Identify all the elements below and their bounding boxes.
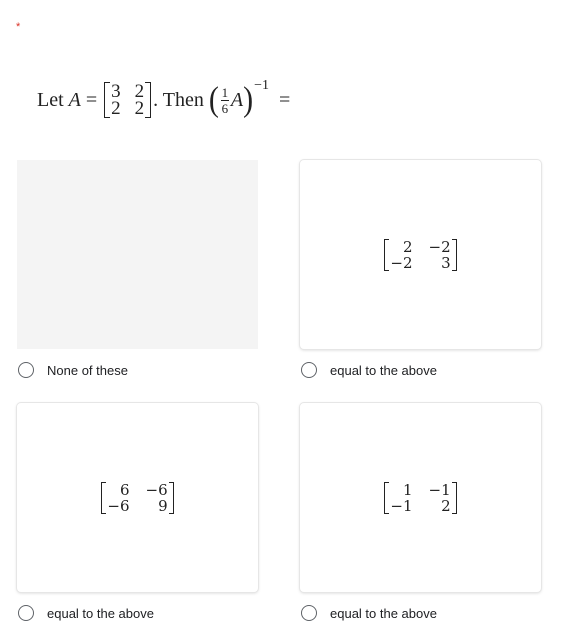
trailing-equals: =: [279, 88, 291, 111]
radio-button[interactable]: [301, 362, 317, 378]
option-matrix: 1 −1 −1 2: [384, 480, 457, 515]
equals-sign: =: [85, 88, 98, 111]
question-text: Let A = 3 2 2 2 . Then ( 1 6 A ) −1 =: [37, 78, 290, 122]
option-matrix-1[interactable]: 2 −2 −2 3 equal to the above: [300, 160, 541, 379]
exponent: −1: [254, 78, 270, 93]
matrix-cell: −6: [107, 496, 130, 515]
option-matrix-2[interactable]: 6 −6 −6 9 equal to the above: [17, 403, 258, 622]
question-prefix: Let: [37, 88, 64, 111]
matrix-cell: 2: [402, 237, 413, 256]
matrix-variable: A: [68, 88, 81, 111]
left-paren: (: [208, 80, 219, 119]
matrix-cell: 3: [441, 253, 451, 272]
matrix-cell: 1: [402, 480, 413, 499]
radio-button[interactable]: [18, 605, 34, 621]
matrix-cell: −6: [145, 480, 168, 499]
matrix-cell: −1: [428, 480, 451, 499]
then-text: . Then: [153, 88, 204, 111]
option-label[interactable]: None of these: [47, 363, 128, 378]
matrix-cell: −1: [390, 496, 413, 515]
radio-button[interactable]: [301, 605, 317, 621]
option-image-placeholder: [17, 160, 258, 349]
option-label[interactable]: equal to the above: [47, 606, 154, 621]
option-image-card: 6 −6 −6 9: [17, 403, 258, 592]
radio-button[interactable]: [18, 362, 34, 378]
option-matrix: 2 −2 −2 3: [384, 237, 457, 272]
fraction-numerator: 1: [221, 84, 229, 100]
option-matrix-3[interactable]: 1 −1 −1 2 equal to the above: [300, 403, 541, 622]
right-bracket: [145, 82, 152, 118]
matrix-cell: −2: [390, 253, 413, 272]
matrix-cell: 9: [158, 496, 168, 515]
fraction-denominator: 6: [221, 100, 229, 116]
option-image-card: 2 −2 −2 3: [300, 160, 541, 349]
right-bracket: [451, 238, 457, 271]
matrix-cell: −2: [428, 237, 451, 256]
fraction: 1 6: [220, 84, 229, 116]
matrix-variable-2: A: [230, 88, 244, 111]
matrix-a: 3 2 2 2: [104, 82, 152, 119]
required-marker: *: [16, 21, 21, 33]
option-matrix: 6 −6 −6 9: [101, 480, 174, 515]
matrix-cell: 2: [111, 98, 121, 119]
right-bracket: [451, 481, 457, 514]
matrix-cell: 2: [134, 98, 145, 119]
right-bracket: [168, 481, 174, 514]
option-label[interactable]: equal to the above: [330, 606, 437, 621]
right-paren: ): [243, 80, 254, 119]
option-none-of-these[interactable]: None of these: [17, 160, 258, 379]
matrix-cell: 2: [441, 496, 451, 515]
matrix-cell: 6: [119, 480, 130, 499]
option-label[interactable]: equal to the above: [330, 363, 437, 378]
option-image-card: 1 −1 −1 2: [300, 403, 541, 592]
